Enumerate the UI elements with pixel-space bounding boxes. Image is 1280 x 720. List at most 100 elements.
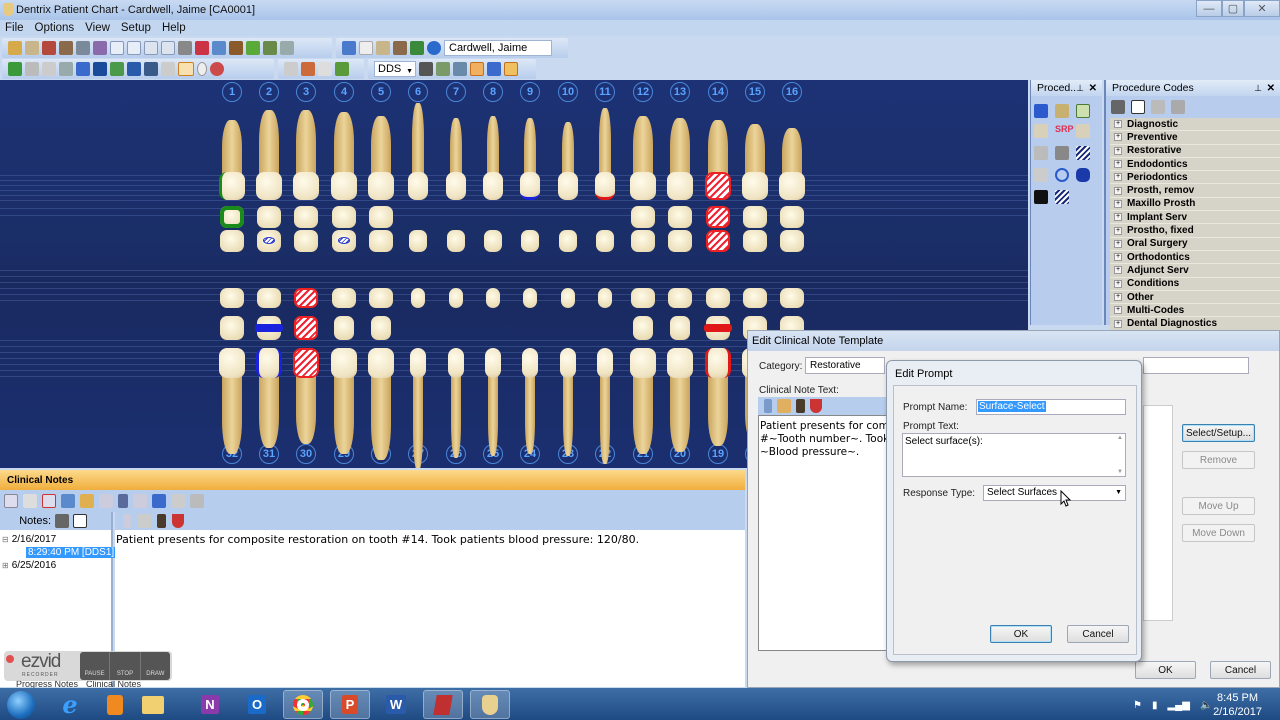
family-icon[interactable] — [342, 41, 356, 55]
copy-note-icon[interactable] — [80, 494, 94, 508]
root-canal-icon[interactable] — [1055, 146, 1069, 160]
menu-view[interactable]: View — [85, 22, 110, 34]
procedure-category[interactable]: + Diagnostic — [1110, 118, 1280, 132]
person-icon[interactable] — [59, 41, 73, 55]
cancel-button[interactable]: Cancel — [1210, 661, 1271, 679]
append-icon[interactable] — [99, 494, 113, 508]
composite-icon[interactable] — [1076, 168, 1090, 182]
expand-icon[interactable]: + — [1114, 239, 1122, 248]
medical-icon[interactable] — [359, 41, 373, 55]
wand-icon[interactable] — [123, 514, 131, 528]
document-icon[interactable] — [161, 62, 175, 76]
spellcheck-icon[interactable] — [172, 514, 184, 528]
window-icon[interactable] — [110, 41, 124, 55]
paste-icon[interactable] — [137, 514, 151, 528]
tree-node-date[interactable]: ⊞ 6/25/2016 — [2, 559, 109, 571]
tooth-view-icon[interactable] — [470, 62, 484, 76]
procedure-category[interactable]: + Other — [1110, 290, 1280, 305]
expand-icon[interactable]: + — [1114, 319, 1122, 328]
tooth-32[interactable] — [219, 80, 245, 454]
taskbar-chrome[interactable] — [283, 690, 323, 719]
restore-button[interactable]: ▢ — [1222, 0, 1244, 17]
prompt-text-area[interactable]: Select surface(s): ▲ ▼ — [902, 433, 1126, 477]
procedure-category[interactable]: + Conditions — [1110, 277, 1280, 291]
tooth-post-icon[interactable] — [1076, 124, 1090, 138]
select-setup-button[interactable]: Select/Setup... — [1182, 424, 1255, 442]
clipboard-icon[interactable] — [171, 494, 185, 508]
check-icon[interactable] — [76, 62, 90, 76]
info-icon[interactable] — [427, 41, 441, 55]
window2-icon[interactable] — [127, 41, 141, 55]
close-button[interactable]: ✕ — [1244, 0, 1280, 17]
book-icon[interactable] — [157, 514, 166, 528]
expand-icon[interactable]: + — [1114, 306, 1122, 315]
pen-icon[interactable] — [93, 41, 107, 55]
expand-icon[interactable]: + — [1114, 133, 1122, 142]
template-icon[interactable] — [133, 494, 147, 508]
sealant-icon[interactable] — [1055, 168, 1069, 182]
procedure-category[interactable]: + Adjunct Serv — [1110, 264, 1280, 278]
paste-icon[interactable] — [777, 399, 791, 413]
expand-icon[interactable]: + — [1114, 199, 1122, 208]
tooth-23[interactable] — [555, 80, 581, 456]
battery-icon[interactable]: ▮ — [1152, 700, 1158, 711]
person-add-icon[interactable] — [335, 62, 349, 76]
volume-icon[interactable]: 🔈 — [1200, 700, 1212, 711]
tooth-icon[interactable] — [280, 41, 294, 55]
tooth-31[interactable] — [255, 80, 283, 450]
open-patient-icon[interactable] — [8, 41, 22, 55]
tooth-20[interactable] — [667, 80, 693, 452]
close-icon[interactable]: ✕ — [1267, 83, 1275, 94]
menu-setup[interactable]: Setup — [121, 22, 151, 34]
menu-options[interactable]: Options — [35, 22, 75, 34]
image-icon[interactable] — [161, 41, 175, 55]
provider-icon[interactable] — [152, 494, 166, 508]
procedure-category[interactable]: + Implant Serv — [1110, 211, 1280, 225]
checklist-icon[interactable] — [487, 62, 501, 76]
close-icon[interactable]: ✕ — [1089, 83, 1097, 94]
procedure-category[interactable]: + Oral Surgery — [1110, 237, 1280, 251]
notes-icon[interactable] — [25, 41, 39, 55]
expand-icon[interactable]: + — [1114, 160, 1122, 169]
prompts-list[interactable] — [1143, 405, 1173, 621]
move-down-button[interactable]: Move Down — [1182, 524, 1255, 542]
list-icon[interactable] — [178, 41, 192, 55]
collapse-node-icon[interactable]: ⊟ — [2, 535, 9, 544]
provider-select[interactable]: DDS ▼ — [374, 61, 416, 77]
procedure-category[interactable]: + Endodontics — [1110, 157, 1280, 172]
denture-icon[interactable] — [1055, 190, 1069, 204]
mouth-icon[interactable] — [210, 62, 224, 76]
save-note-icon[interactable] — [23, 494, 37, 508]
prompt-ok-button[interactable]: OK — [990, 625, 1052, 643]
taskbar-outlook[interactable]: O — [237, 690, 277, 719]
taskbar-file-explorer[interactable] — [133, 690, 173, 719]
oval-icon[interactable] — [197, 62, 207, 76]
expand-icon[interactable]: + — [1114, 120, 1122, 129]
patient-name-field[interactable]: Cardwell, Jaime — [444, 40, 552, 56]
prescription-icon[interactable] — [195, 41, 209, 55]
chair-icon[interactable] — [110, 62, 124, 76]
procedure-category[interactable]: + Preventive — [1110, 131, 1280, 145]
print-note-icon[interactable] — [190, 494, 204, 508]
book-icon[interactable] — [796, 399, 805, 413]
procedure-category[interactable]: + Restorative — [1110, 144, 1280, 158]
collapse-notes-icon[interactable] — [73, 514, 87, 528]
menu-help[interactable]: Help — [162, 22, 186, 34]
billing-icon[interactable] — [246, 41, 260, 55]
procedure-category[interactable]: + Periodontics — [1110, 171, 1280, 185]
edit-icon[interactable] — [212, 41, 226, 55]
prompt-cancel-button[interactable]: Cancel — [1067, 625, 1129, 643]
refer-icon[interactable] — [410, 41, 424, 55]
view-chart-icon[interactable] — [178, 62, 194, 76]
taskbar-clock[interactable]: 8:45 PM 2/16/2017 — [1213, 691, 1262, 719]
tools-icon[interactable] — [419, 62, 433, 76]
pin-icon[interactable]: ⊥ — [1076, 83, 1084, 94]
fax-icon[interactable] — [42, 62, 56, 76]
tooth-21[interactable] — [630, 80, 656, 454]
menu-file[interactable]: File — [5, 22, 24, 34]
calendar-icon[interactable] — [144, 41, 158, 55]
move-up-button[interactable]: Move Up — [1182, 497, 1255, 515]
expand-icon[interactable]: + — [1114, 293, 1122, 301]
tooth-28[interactable] — [368, 80, 394, 460]
pontic-icon[interactable] — [1076, 146, 1090, 160]
